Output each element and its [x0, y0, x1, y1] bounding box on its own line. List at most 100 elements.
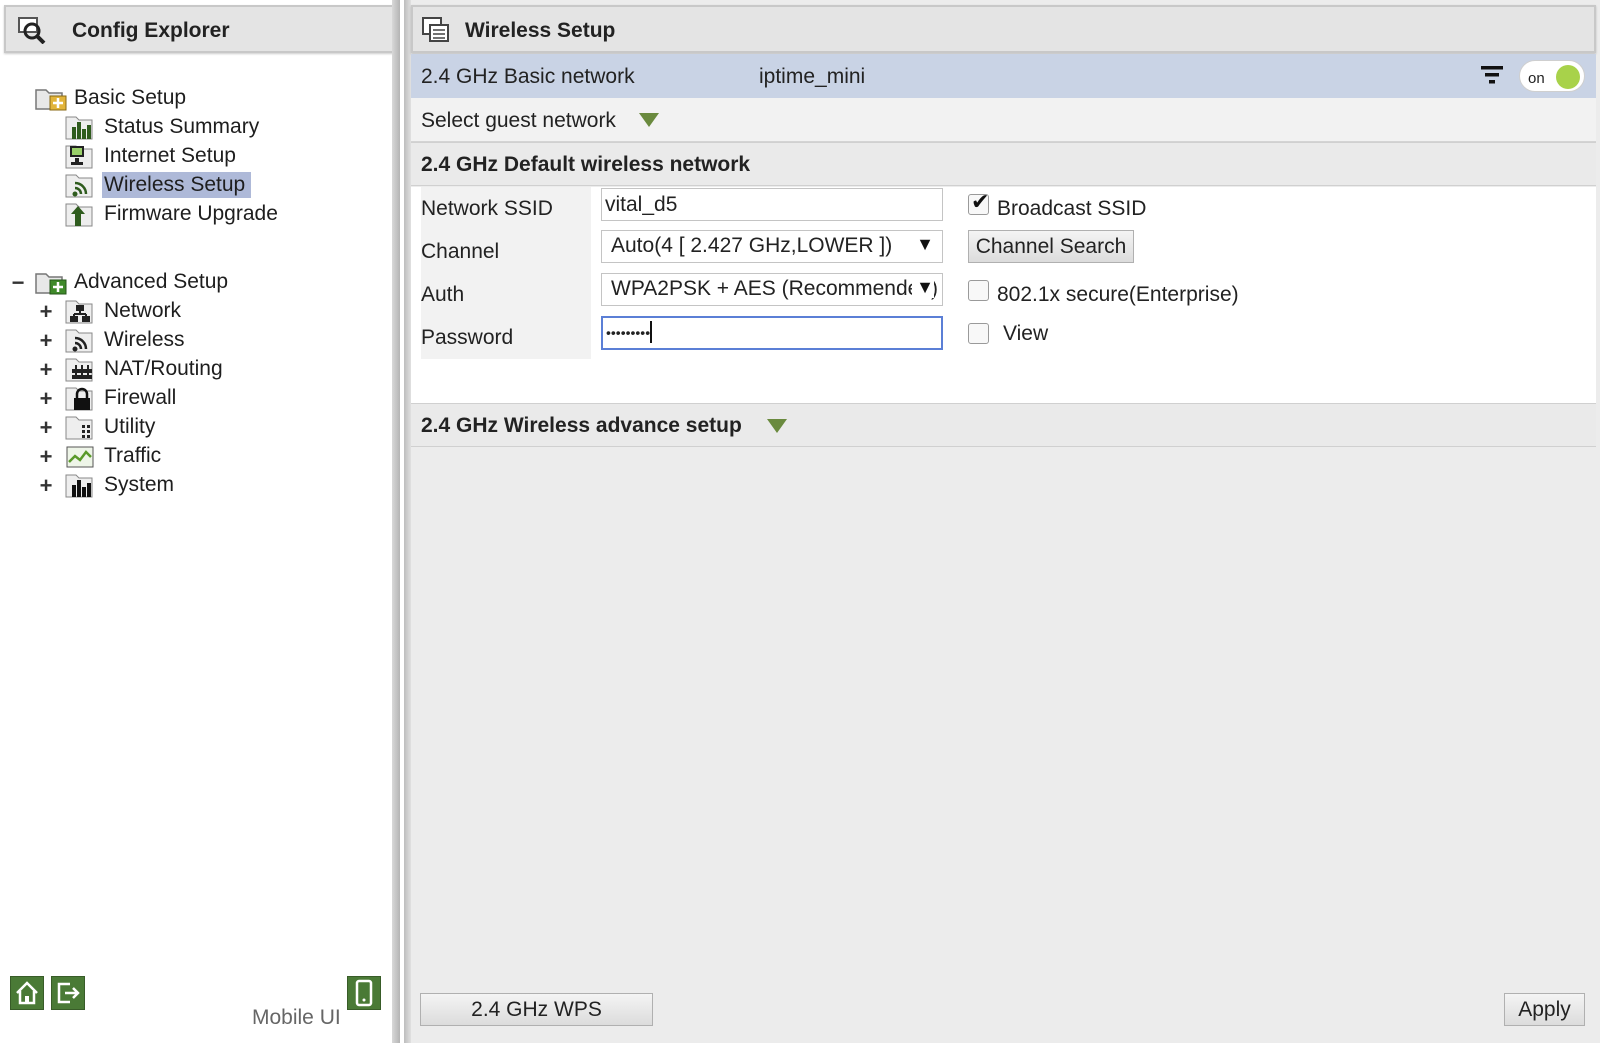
guest-network-row[interactable]: Select guest network [411, 98, 1596, 142]
logout-icon [57, 982, 80, 1004]
tree-item-nat-routing[interactable]: NAT/Routing [64, 355, 229, 383]
expand-toggle[interactable]: + [38, 359, 54, 381]
dropdown-arrow-icon: ▼ [916, 234, 934, 254]
collapse-toggle[interactable]: − [10, 272, 26, 294]
toggle-knob [1556, 65, 1580, 89]
tree-label: Firewall [104, 386, 177, 409]
mobile-ui-button[interactable] [347, 976, 381, 1010]
dropdown-arrow-icon: ▼ [912, 277, 934, 298]
panel-title: Config Explorer [72, 19, 230, 42]
basic-network-row[interactable]: 2.4 GHz Basic network iptime_mini on [411, 54, 1596, 98]
config-explorer-panel: Config Explorer Basic Setup Status Summa… [0, 0, 400, 1043]
checkmark-icon: ✔ [971, 189, 990, 214]
line-chart-icon [66, 446, 94, 468]
wireless-setup-header: Wireless Setup [411, 5, 1596, 53]
tree-item-internet-setup[interactable]: Internet Setup [64, 142, 242, 170]
apply-button[interactable]: Apply [1504, 993, 1585, 1026]
view-password-label[interactable]: View [1003, 322, 1048, 346]
wps-button[interactable]: 2.4 GHz WPS [420, 993, 653, 1026]
expand-toggle[interactable]: + [38, 446, 54, 468]
tree-item-system[interactable]: System [64, 471, 180, 499]
tree-label: Wireless [104, 328, 185, 351]
channel-row: Channel Auto(4 [ 2.427 GHz,LOWER ]) ▼ Ch… [411, 230, 1596, 273]
expand-toggle[interactable]: + [38, 475, 54, 497]
default-network-section-header: 2.4 GHz Default wireless network [411, 142, 1596, 186]
tree-item-traffic[interactable]: Traffic [64, 442, 167, 470]
tree-group-basic-setup[interactable]: Basic Setup [34, 84, 192, 112]
basic-network-name: iptime_mini [759, 65, 866, 88]
network-icon [65, 300, 93, 324]
tree-item-wireless[interactable]: Wireless [64, 326, 191, 354]
chevron-down-icon[interactable] [639, 113, 659, 127]
password-row: Password ••••••••• View [411, 316, 1596, 359]
section-title: 2.4 GHz Default wireless network [421, 153, 751, 176]
enterprise-label[interactable]: 802.1x secure(Enterprise) [997, 283, 1239, 307]
tree-item-status-summary[interactable]: Status Summary [64, 113, 265, 141]
auth-value: WPA2PSK + AES (Recommended) [611, 277, 938, 300]
channel-search-button[interactable]: Channel Search [968, 230, 1134, 263]
filter-icon[interactable] [1480, 64, 1504, 86]
wifi-icon [65, 174, 93, 198]
expand-toggle[interactable]: + [38, 301, 54, 323]
search-explorer-icon [18, 17, 46, 44]
bar-chart-icon [65, 474, 93, 498]
tree-label: Utility [104, 415, 156, 438]
home-button[interactable] [10, 976, 44, 1010]
tree-label: Basic Setup [74, 86, 187, 109]
basic-network-label: 2.4 GHz Basic network [421, 65, 635, 88]
ssid-input[interactable] [601, 188, 943, 221]
folder-icon [35, 89, 67, 111]
tree-label: Traffic [104, 444, 162, 467]
ssid-row: Network SSID ✔ Broadcast SSID [411, 187, 1596, 230]
expand-toggle[interactable]: + [38, 330, 54, 352]
tree-label: System [104, 473, 175, 496]
chevron-down-icon[interactable] [767, 419, 787, 433]
bar-chart-icon [65, 116, 93, 140]
mobile-ui-label[interactable]: Mobile UI [252, 1006, 341, 1030]
tree-label: Internet Setup [104, 144, 236, 167]
config-explorer-header: Config Explorer [4, 5, 394, 53]
copy-window-icon [422, 17, 449, 42]
expand-toggle[interactable]: + [38, 388, 54, 410]
tree-group-advanced-setup[interactable]: Advanced Setup [34, 268, 234, 296]
monitor-icon [65, 145, 93, 169]
tree-item-network[interactable]: Network [64, 297, 187, 325]
text-cursor [650, 321, 653, 344]
tree-label: Firmware Upgrade [104, 202, 278, 225]
guest-network-label: Select guest network [421, 109, 616, 132]
tree-item-wireless-setup[interactable]: Wireless Setup [64, 171, 252, 199]
toggle-label: on [1528, 70, 1545, 87]
advance-setup-section-header[interactable]: 2.4 GHz Wireless advance setup [411, 403, 1596, 447]
enterprise-checkbox[interactable] [968, 280, 989, 301]
section-title: 2.4 GHz Wireless advance setup [421, 414, 742, 437]
folder-icon [35, 273, 67, 295]
channel-label: Channel [421, 230, 591, 273]
wireless-setup-panel: Wireless Setup 2.4 GHz Basic network ipt… [404, 0, 1600, 1043]
channel-select[interactable]: Auto(4 [ 2.427 GHz,LOWER ]) ▼ [601, 230, 943, 263]
upgrade-arrow-icon [65, 203, 93, 227]
smartphone-icon [355, 979, 373, 1007]
expand-toggle[interactable]: + [38, 417, 54, 439]
password-input[interactable]: ••••••••• [601, 316, 943, 350]
tree-item-firewall[interactable]: Firewall [64, 384, 182, 412]
wifi-icon [65, 329, 93, 353]
ssid-label: Network SSID [421, 187, 591, 230]
logout-button[interactable] [51, 976, 85, 1010]
tree-label: Wireless Setup [102, 172, 252, 198]
password-value: ••••••••• [606, 324, 651, 341]
tree-item-firmware-upgrade[interactable]: Firmware Upgrade [64, 200, 284, 228]
view-password-checkbox[interactable] [968, 323, 989, 344]
tree-label: NAT/Routing [104, 357, 223, 380]
page-title: Wireless Setup [465, 19, 616, 42]
tree-label: Network [104, 299, 182, 322]
auth-row: Auth WPA2PSK + AES (Recommended) ▼ 802.1… [411, 273, 1596, 316]
broadcast-ssid-label[interactable]: Broadcast SSID [997, 197, 1146, 221]
grid-dots-icon [65, 416, 93, 440]
broadcast-ssid-checkbox[interactable]: ✔ [968, 189, 989, 215]
tree-label: Advanced Setup [74, 270, 229, 293]
auth-select[interactable]: WPA2PSK + AES (Recommended) ▼ [601, 273, 943, 306]
lock-icon [65, 387, 93, 411]
wireless-toggle[interactable]: on [1519, 60, 1585, 92]
tree-item-utility[interactable]: Utility [64, 413, 161, 441]
router-icon [65, 358, 93, 382]
